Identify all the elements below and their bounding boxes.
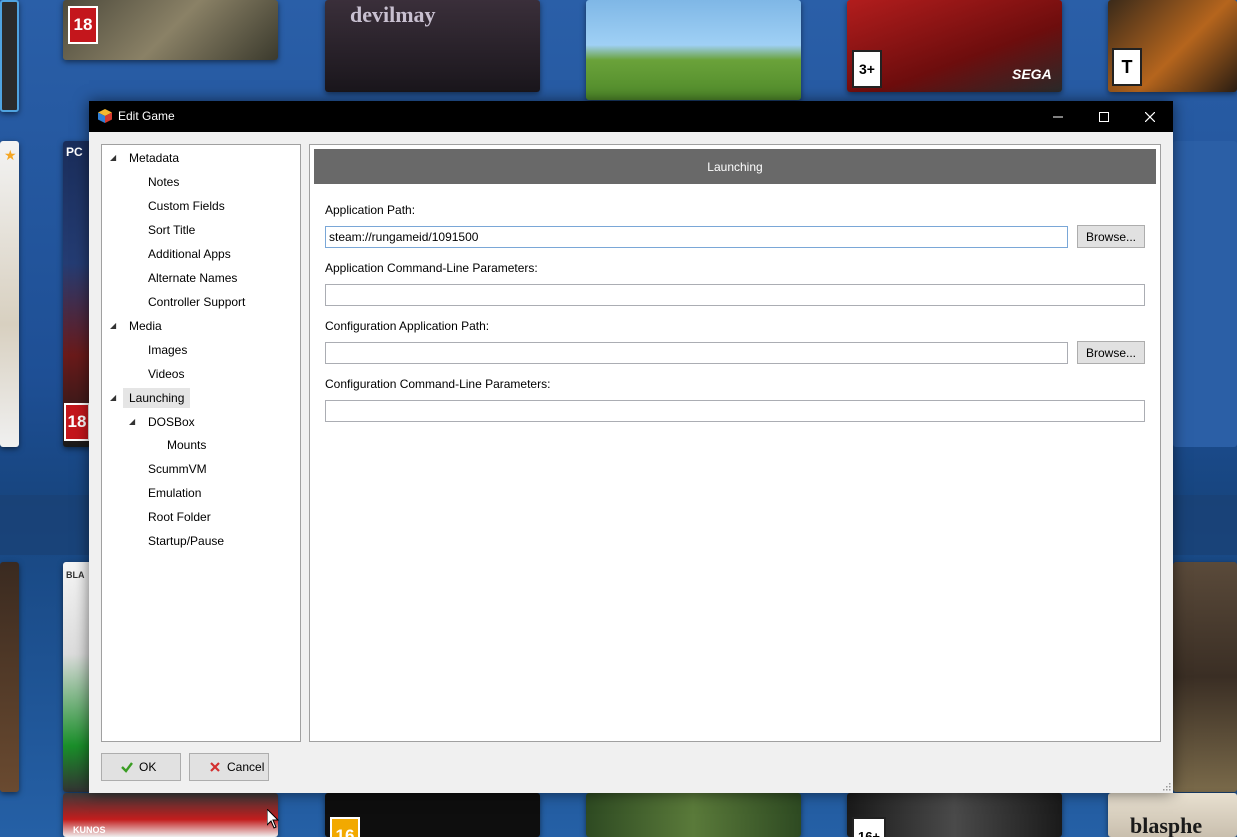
tree-item-custom-fields[interactable]: Custom Fields <box>142 196 231 216</box>
game-cover-b4[interactable]: 16+ <box>847 793 1062 837</box>
game-cover-2[interactable]: devilmay <box>325 0 540 92</box>
application-params-label: Application Command-Line Parameters: <box>325 261 538 275</box>
close-button[interactable] <box>1127 101 1173 132</box>
tree-item-startup-pause[interactable]: Startup/Pause <box>142 531 230 551</box>
game-cover-4[interactable]: 3+ SEGA <box>847 0 1062 92</box>
tree-item-images[interactable]: Images <box>142 340 193 360</box>
ok-button-label: OK <box>139 760 157 774</box>
config-app-path-input[interactable] <box>325 342 1068 364</box>
edit-game-dialog: Edit Game ◢ Metadata Notes Custom Fields… <box>89 101 1173 793</box>
publisher-logo-text: SEGA <box>1012 66 1052 82</box>
game-cover-b1[interactable]: KUNOS <box>63 793 278 837</box>
config-app-path-label: Configuration Application Path: <box>325 319 490 333</box>
settings-tree[interactable]: ◢ Metadata Notes Custom Fields Sort Titl… <box>101 144 301 742</box>
dialog-titlebar[interactable]: Edit Game <box>89 101 1173 132</box>
application-params-input[interactable] <box>325 284 1145 306</box>
age-rating-badge: T <box>1112 48 1142 86</box>
game-cover-b5[interactable]: blasphe <box>1108 793 1237 837</box>
tree-item-alternate-names[interactable]: Alternate Names <box>142 268 243 288</box>
launchbox-cube-icon <box>98 109 112 123</box>
tree-item-mounts[interactable]: Mounts <box>161 435 212 455</box>
game-cover-b3[interactable] <box>586 793 801 837</box>
mouse-cursor-icon <box>267 809 279 829</box>
tree-item-videos[interactable]: Videos <box>142 364 190 384</box>
ok-button[interactable]: OK <box>101 753 181 781</box>
resize-grip-icon[interactable] <box>1161 781 1171 791</box>
tree-item-controller-support[interactable]: Controller Support <box>142 292 251 312</box>
game-cover-5[interactable]: T <box>1108 0 1237 92</box>
cancel-button-label: Cancel <box>227 760 265 774</box>
dialog-title: Edit Game <box>118 109 175 123</box>
platform-label: PC <box>66 145 83 159</box>
cancel-button[interactable]: Cancel <box>189 753 269 781</box>
age-rating-badge: 18 <box>68 6 98 44</box>
minimize-icon <box>1053 116 1063 117</box>
tree-item-emulation[interactable]: Emulation <box>142 483 207 503</box>
expanded-arrow-icon[interactable]: ◢ <box>110 148 116 168</box>
tree-item-metadata[interactable]: Metadata <box>123 148 185 168</box>
maximize-icon <box>1099 111 1109 122</box>
application-path-browse-button[interactable]: Browse... <box>1077 225 1145 248</box>
age-rating-badge: 3+ <box>852 50 882 88</box>
maximize-button[interactable] <box>1081 101 1127 132</box>
expanded-arrow-icon[interactable]: ◢ <box>110 388 116 408</box>
tree-item-scummvm[interactable]: ScummVM <box>142 459 213 479</box>
tree-item-additional-apps[interactable]: Additional Apps <box>142 244 237 264</box>
age-rating-badge: 16 <box>330 817 360 837</box>
tree-item-launching[interactable]: Launching <box>123 388 191 408</box>
cover-title-text: KUNOS <box>73 825 106 835</box>
game-cover-left-top[interactable] <box>0 0 19 112</box>
expanded-arrow-icon[interactable]: ◢ <box>110 316 116 336</box>
launching-panel: Launching Application Path: Browse... Ap… <box>309 144 1161 742</box>
tree-item-media[interactable]: Media <box>123 316 168 336</box>
cancel-x-icon <box>210 762 220 772</box>
favorite-star-icon: ★ <box>4 147 17 163</box>
game-cover-3[interactable] <box>586 0 801 100</box>
game-cover-right-low[interactable] <box>1173 562 1237 792</box>
application-path-label: Application Path: <box>325 203 416 217</box>
tree-item-dosbox[interactable]: DOSBox <box>142 412 201 432</box>
expanded-arrow-icon[interactable]: ◢ <box>129 412 135 432</box>
cover-title-text: BLA <box>66 570 85 580</box>
cover-title-text: blasphe <box>1130 813 1203 837</box>
section-header: Launching <box>314 149 1156 184</box>
checkmark-icon <box>121 762 133 773</box>
game-cover-right-mid[interactable] <box>1173 141 1237 447</box>
close-icon <box>1145 111 1155 122</box>
tree-item-root-folder[interactable]: Root Folder <box>142 507 217 527</box>
game-cover-b2[interactable]: 16 <box>325 793 540 837</box>
config-params-label: Configuration Command-Line Parameters: <box>325 377 551 391</box>
age-rating-badge: 16+ <box>852 817 886 837</box>
tree-item-sort-title[interactable]: Sort Title <box>142 220 201 240</box>
cover-title-text: devilmay <box>350 2 436 27</box>
config-app-path-browse-button[interactable]: Browse... <box>1077 341 1145 364</box>
age-rating-badge: 18 <box>64 403 90 441</box>
application-path-input[interactable] <box>325 226 1068 248</box>
game-cover-1[interactable]: 18 <box>63 0 278 60</box>
game-cover-left-low[interactable] <box>0 562 19 792</box>
minimize-button[interactable] <box>1035 101 1081 132</box>
config-params-input[interactable] <box>325 400 1145 422</box>
tree-item-notes[interactable]: Notes <box>142 172 185 192</box>
game-cover-left-mid[interactable]: ★ <box>0 141 19 447</box>
